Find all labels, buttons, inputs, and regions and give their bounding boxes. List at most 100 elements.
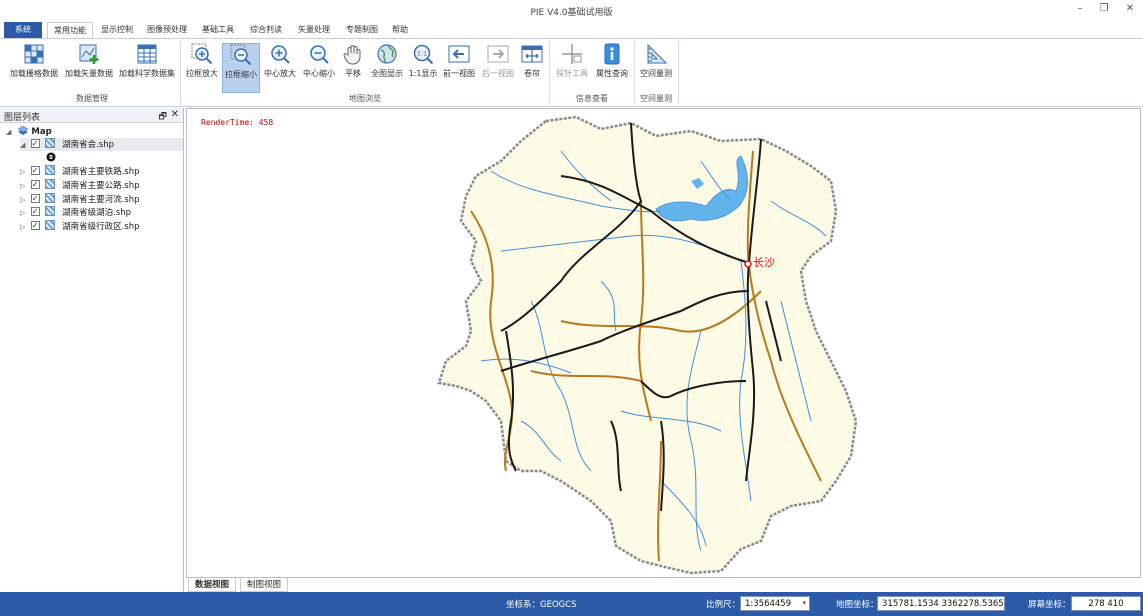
box-zoom-out-label: 拉框缩小 — [225, 70, 257, 79]
next-view-label: 后一视图 — [482, 69, 514, 78]
table-grid-icon — [137, 44, 157, 64]
layer-visibility-checkbox[interactable] — [30, 192, 40, 205]
status-bar: 坐标系：GEOGCS 比例尺： 1:3564459 ▾ 地图坐标： 315781… — [0, 592, 1143, 616]
minimize-button[interactable]: – — [1070, 3, 1090, 17]
layer-type-icon — [45, 220, 56, 230]
collapse-icon[interactable]: ◢ — [6, 126, 14, 139]
next-view-button[interactable]: 后一视图 — [480, 43, 516, 79]
previous-view-button[interactable]: 前一视图 — [441, 43, 477, 79]
load-raster-button[interactable]: 加载栅格数据 — [8, 43, 60, 79]
expand-icon[interactable]: ▷ — [20, 221, 28, 234]
capital-marker-icon — [744, 260, 752, 268]
tab-basic-tools[interactable]: 基础工具 — [195, 22, 241, 38]
layer-visibility-checkbox[interactable] — [30, 219, 40, 232]
tab-data-view[interactable]: 数据视图 — [188, 578, 237, 592]
expand-icon[interactable]: ▷ — [20, 180, 28, 193]
tab-mapping[interactable]: 专题制图 — [339, 22, 385, 38]
group-separator — [180, 41, 181, 105]
tab-vector[interactable]: 矢量处理 — [291, 22, 337, 38]
group-label-measure: 空间量测 — [640, 94, 672, 103]
probe-crosshair-icon — [562, 44, 582, 64]
group-label-browse: 地图浏览 — [349, 94, 381, 103]
tab-display[interactable]: 显示控制 — [95, 22, 139, 38]
group-separator — [678, 41, 679, 105]
group-separator — [549, 41, 550, 105]
center-zoom-out-button[interactable]: 中心缩小 — [301, 43, 337, 79]
swipe-label: 卷帘 — [524, 69, 540, 78]
box-zoom-out-button[interactable]: 拉框缩小 — [222, 43, 260, 93]
layer-visibility-checkbox[interactable] — [30, 137, 40, 150]
capital-symbol-icon — [46, 152, 56, 162]
layer-item[interactable]: ◢ 湖南省会.shp — [20, 137, 183, 152]
map-canvas[interactable]: RenderTime: 458 长沙 — [186, 108, 1141, 578]
layer-type-icon — [45, 179, 56, 189]
svg-text:1:1: 1:1 — [417, 50, 427, 58]
layer-visibility-checkbox[interactable] — [30, 205, 40, 218]
float-panel-button[interactable]: 🗗 — [159, 109, 167, 125]
group-separator — [634, 41, 635, 105]
tab-layout-view[interactable]: 制图视图 — [240, 578, 289, 592]
zoom-out-icon — [310, 45, 329, 64]
arrow-left-icon — [448, 45, 470, 63]
layer-type-icon — [45, 138, 56, 148]
center-zoom-out-label: 中心缩小 — [303, 69, 335, 78]
center-zoom-in-label: 中心放大 — [264, 69, 296, 78]
layer-item[interactable]: ▷ 湖南省主要公路.shp — [20, 178, 140, 193]
center-zoom-in-button[interactable]: 中心放大 — [263, 43, 297, 79]
probe-tool-label: 探针工具 — [556, 69, 588, 78]
probe-tool-button[interactable]: 探针工具 — [554, 43, 590, 79]
tab-system[interactable]: 系统 — [4, 22, 42, 38]
restore-button[interactable]: ❐ — [1094, 3, 1114, 17]
pan-button[interactable]: 平移 — [340, 43, 366, 79]
city-label: 长沙 — [753, 256, 775, 269]
layer-panel-header: 图层列表 🗗 ✕ — [0, 108, 183, 123]
layer-panel-title: 图层列表 — [4, 113, 41, 123]
layer-item[interactable]: ▷ 湖南省级湖泊.shp — [20, 205, 132, 220]
layer-item[interactable]: ▷ 湖南省级行政区.shp — [20, 219, 140, 234]
map-coord-label: 地图坐标： — [836, 600, 879, 610]
load-vector-button[interactable]: 加载矢量数据 — [63, 43, 115, 79]
layer-panel: 图层列表 🗗 ✕ ◢ Map ◢ 湖南省会.shp ▷ 湖南省主要铁路.shp … — [0, 108, 184, 592]
hunan-map[interactable]: 长沙 — [187, 109, 1140, 577]
layer-name: 湖南省级湖泊.shp — [62, 208, 132, 218]
layer-visibility-checkbox[interactable] — [30, 178, 40, 191]
map-root-node[interactable]: ◢ Map — [6, 125, 52, 138]
swipe-icon — [521, 45, 543, 63]
layer-name: 湖南省主要铁路.shp — [62, 167, 140, 177]
tab-interpretation[interactable]: 综合判读 — [243, 22, 289, 38]
box-zoom-in-label: 拉框放大 — [186, 69, 218, 78]
title-bar: PIE V4.0基础试用版 – ❐ ✕ — [0, 0, 1143, 22]
layer-item[interactable]: ▷ 湖南省主要铁路.shp — [20, 164, 140, 179]
tab-preprocess[interactable]: 图像预处理 — [141, 22, 193, 38]
scale-label: 比例尺： — [706, 600, 741, 610]
box-zoom-in-icon — [191, 43, 213, 65]
expand-icon[interactable]: ▷ — [20, 207, 28, 220]
pan-label: 平移 — [345, 69, 361, 78]
vector-add-icon — [79, 44, 99, 64]
expand-icon[interactable]: ▷ — [20, 166, 28, 179]
close-button[interactable]: ✕ — [1120, 3, 1140, 17]
scale-dropdown[interactable]: 1:3564459 ▾ — [740, 596, 810, 611]
collapse-icon[interactable]: ◢ — [20, 139, 28, 152]
screen-coord-field: 278 410 — [1071, 596, 1141, 611]
load-scientific-button[interactable]: 加载科学数据集 — [118, 43, 176, 79]
tab-common[interactable]: 常用功能 — [47, 22, 93, 39]
attribute-query-label: 属性查询 — [596, 69, 628, 78]
swipe-button[interactable]: 卷帘 — [519, 43, 545, 79]
group-label-info: 信息查看 — [576, 94, 608, 103]
attribute-query-button[interactable]: 属性查询 — [594, 43, 630, 79]
group-label-data: 数据管理 — [76, 94, 108, 103]
close-panel-button[interactable]: ✕ — [171, 109, 179, 120]
one-to-one-label: 1:1显示 — [408, 69, 438, 78]
ribbon-tabs: 系统 常用功能 显示控制 图像预处理 基础工具 综合判读 矢量处理 专题制图 帮… — [0, 22, 1143, 39]
crs-label: 坐标系：GEOGCS — [506, 600, 577, 610]
box-zoom-in-button[interactable]: 拉框放大 — [184, 43, 220, 79]
layer-visibility-checkbox[interactable] — [30, 164, 40, 177]
province-boundary — [437, 115, 858, 575]
full-extent-button[interactable]: 全图显示 — [369, 43, 405, 79]
spatial-measure-button[interactable]: 空间量测 — [638, 43, 674, 79]
one-to-one-button[interactable]: 1:1 1:1显示 — [408, 43, 438, 79]
layer-name: 湖南省主要公路.shp — [62, 181, 140, 191]
tab-help[interactable]: 帮助 — [387, 22, 413, 38]
arrow-right-icon — [487, 45, 509, 63]
